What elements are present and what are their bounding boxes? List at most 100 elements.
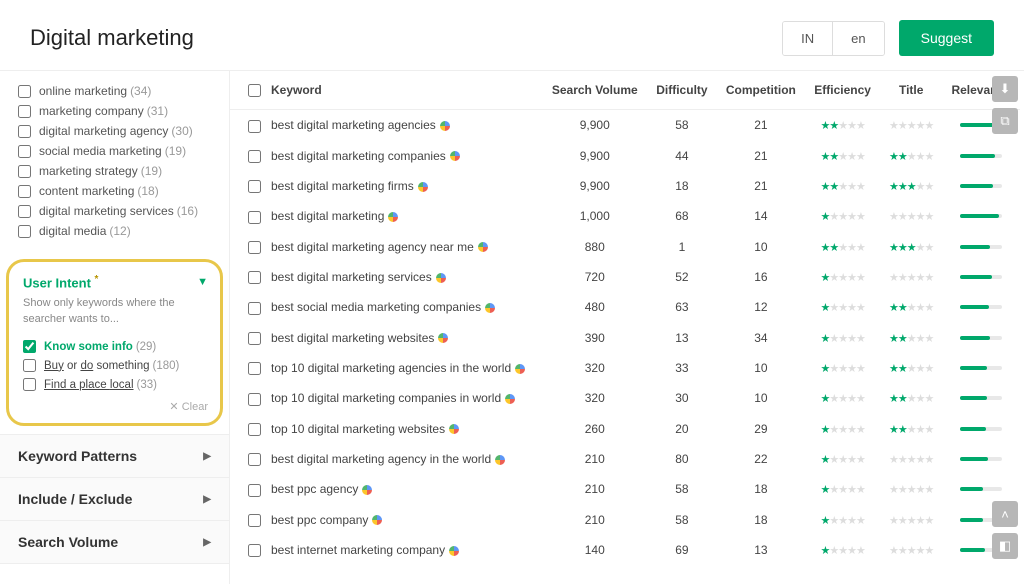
filter-item[interactable]: digital media (12) xyxy=(18,221,217,241)
filter-checkbox[interactable] xyxy=(18,145,31,158)
intent-option[interactable]: Find a place local (33) xyxy=(23,375,208,394)
col-competition[interactable]: Competition xyxy=(717,71,806,110)
accordion-label: Keyword Patterns xyxy=(18,448,137,464)
cell-difficulty: 69 xyxy=(647,535,716,565)
cell-competition: 18 xyxy=(717,474,806,504)
filter-item[interactable]: digital marketing services (16) xyxy=(18,201,217,221)
cell-title: ★★★★★ xyxy=(880,323,942,353)
row-checkbox[interactable] xyxy=(248,362,261,375)
suggest-button[interactable]: Suggest xyxy=(899,20,994,56)
filter-item[interactable]: content marketing (18) xyxy=(18,181,217,201)
cell-efficiency: ★★★★★ xyxy=(805,444,880,474)
filter-checkbox[interactable] xyxy=(18,85,31,98)
google-icon[interactable] xyxy=(438,333,448,343)
cell-volume: 320 xyxy=(542,383,647,413)
google-icon[interactable] xyxy=(449,546,459,556)
select-all-checkbox[interactable] xyxy=(248,84,261,97)
google-icon[interactable] xyxy=(450,151,460,161)
star-rating: ★★★★★ xyxy=(820,181,864,193)
google-icon[interactable] xyxy=(515,364,525,374)
row-checkbox[interactable] xyxy=(248,241,261,254)
filter-item[interactable]: social media marketing (19) xyxy=(18,141,217,161)
cell-volume: 720 xyxy=(542,262,647,292)
country-button[interactable]: IN xyxy=(783,22,832,55)
lang-button[interactable]: en xyxy=(832,22,883,55)
cell-competition: 10 xyxy=(717,383,806,413)
row-checkbox[interactable] xyxy=(248,484,261,497)
google-icon[interactable] xyxy=(418,182,428,192)
row-checkbox[interactable] xyxy=(248,211,261,224)
filter-checkbox[interactable] xyxy=(18,105,31,118)
google-icon[interactable] xyxy=(505,394,515,404)
scroll-top-icon[interactable]: ˄ xyxy=(992,501,1018,527)
row-checkbox[interactable] xyxy=(248,423,261,436)
row-checkbox[interactable] xyxy=(248,180,261,193)
cell-efficiency: ★★★★★ xyxy=(805,474,880,504)
filter-label: digital media xyxy=(39,224,106,238)
google-icon[interactable] xyxy=(478,242,488,252)
filter-item[interactable]: online marketing (34) xyxy=(18,81,217,101)
star-rating: ★★★★★ xyxy=(889,484,933,496)
filter-checkbox[interactable] xyxy=(18,225,31,238)
google-icon[interactable] xyxy=(436,273,446,283)
keyword-text: top 10 digital marketing companies in wo… xyxy=(271,391,501,405)
google-icon[interactable] xyxy=(372,515,382,525)
filter-item[interactable]: marketing strategy (19) xyxy=(18,161,217,181)
google-icon[interactable] xyxy=(388,212,398,222)
google-icon[interactable] xyxy=(440,121,450,131)
copy-icon[interactable]: ⧉ xyxy=(992,108,1018,134)
cell-relevance xyxy=(942,323,1020,353)
google-icon[interactable] xyxy=(495,455,505,465)
star-rating: ★★★★★ xyxy=(889,424,933,436)
cell-efficiency: ★★★★★ xyxy=(805,383,880,413)
col-volume[interactable]: Search Volume xyxy=(542,71,647,110)
google-icon[interactable] xyxy=(362,485,372,495)
google-icon[interactable] xyxy=(449,424,459,434)
row-checkbox[interactable] xyxy=(248,544,261,557)
cell-title: ★★★★★ xyxy=(880,474,942,504)
clear-link[interactable]: ✕ Clear xyxy=(23,400,208,413)
col-title[interactable]: Title xyxy=(880,71,942,110)
star-rating: ★★★★★ xyxy=(820,211,864,223)
row-checkbox[interactable] xyxy=(248,150,261,163)
row-checkbox[interactable] xyxy=(248,453,261,466)
row-checkbox[interactable] xyxy=(248,332,261,345)
intent-checkbox[interactable] xyxy=(23,378,36,391)
intent-option[interactable]: Know some info (29) xyxy=(23,337,208,356)
row-checkbox[interactable] xyxy=(248,302,261,315)
intent-option[interactable]: Buy or do something (180) xyxy=(23,356,208,375)
accordion-item[interactable]: Search Volume▶ xyxy=(0,521,229,564)
row-checkbox[interactable] xyxy=(248,120,261,133)
col-efficiency[interactable]: Efficiency xyxy=(805,71,880,110)
table-row: best digital marketing services 720 52 1… xyxy=(230,262,1020,292)
table-scroll[interactable]: Keyword Search Volume Difficulty Competi… xyxy=(230,71,1024,584)
accordion-item[interactable]: Keyword Patterns▶ xyxy=(0,435,229,478)
google-icon[interactable] xyxy=(485,303,495,313)
row-checkbox[interactable] xyxy=(248,514,261,527)
col-keyword[interactable]: Keyword xyxy=(230,71,542,110)
filter-item[interactable]: marketing company (31) xyxy=(18,101,217,121)
cell-volume: 9,900 xyxy=(542,171,647,201)
action-rail-bottom: ˄ ◧ xyxy=(992,501,1018,559)
download-icon[interactable]: ⬇ xyxy=(992,76,1018,102)
intent-checkbox[interactable] xyxy=(23,359,36,372)
cell-competition: 21 xyxy=(717,141,806,171)
intent-checkbox[interactable] xyxy=(23,340,36,353)
accordion-item[interactable]: Include / Exclude▶ xyxy=(0,478,229,521)
filter-checkbox[interactable] xyxy=(18,165,31,178)
user-icon[interactable]: ◧ xyxy=(992,533,1018,559)
filter-checkbox[interactable] xyxy=(18,185,31,198)
row-checkbox[interactable] xyxy=(248,393,261,406)
action-rail-top: ⬇ ⧉ xyxy=(992,76,1018,134)
accordion: Keyword Patterns▶Include / Exclude▶Searc… xyxy=(0,434,229,564)
filter-count: (16) xyxy=(177,204,198,218)
col-difficulty[interactable]: Difficulty xyxy=(647,71,716,110)
cell-relevance xyxy=(942,383,1020,413)
filter-checkbox[interactable] xyxy=(18,125,31,138)
cell-volume: 210 xyxy=(542,474,647,504)
filter-item[interactable]: digital marketing agency (30) xyxy=(18,121,217,141)
caret-down-icon[interactable]: ▼ xyxy=(197,276,208,288)
row-checkbox[interactable] xyxy=(248,271,261,284)
filter-checkbox[interactable] xyxy=(18,205,31,218)
cell-efficiency: ★★★★★ xyxy=(805,414,880,444)
